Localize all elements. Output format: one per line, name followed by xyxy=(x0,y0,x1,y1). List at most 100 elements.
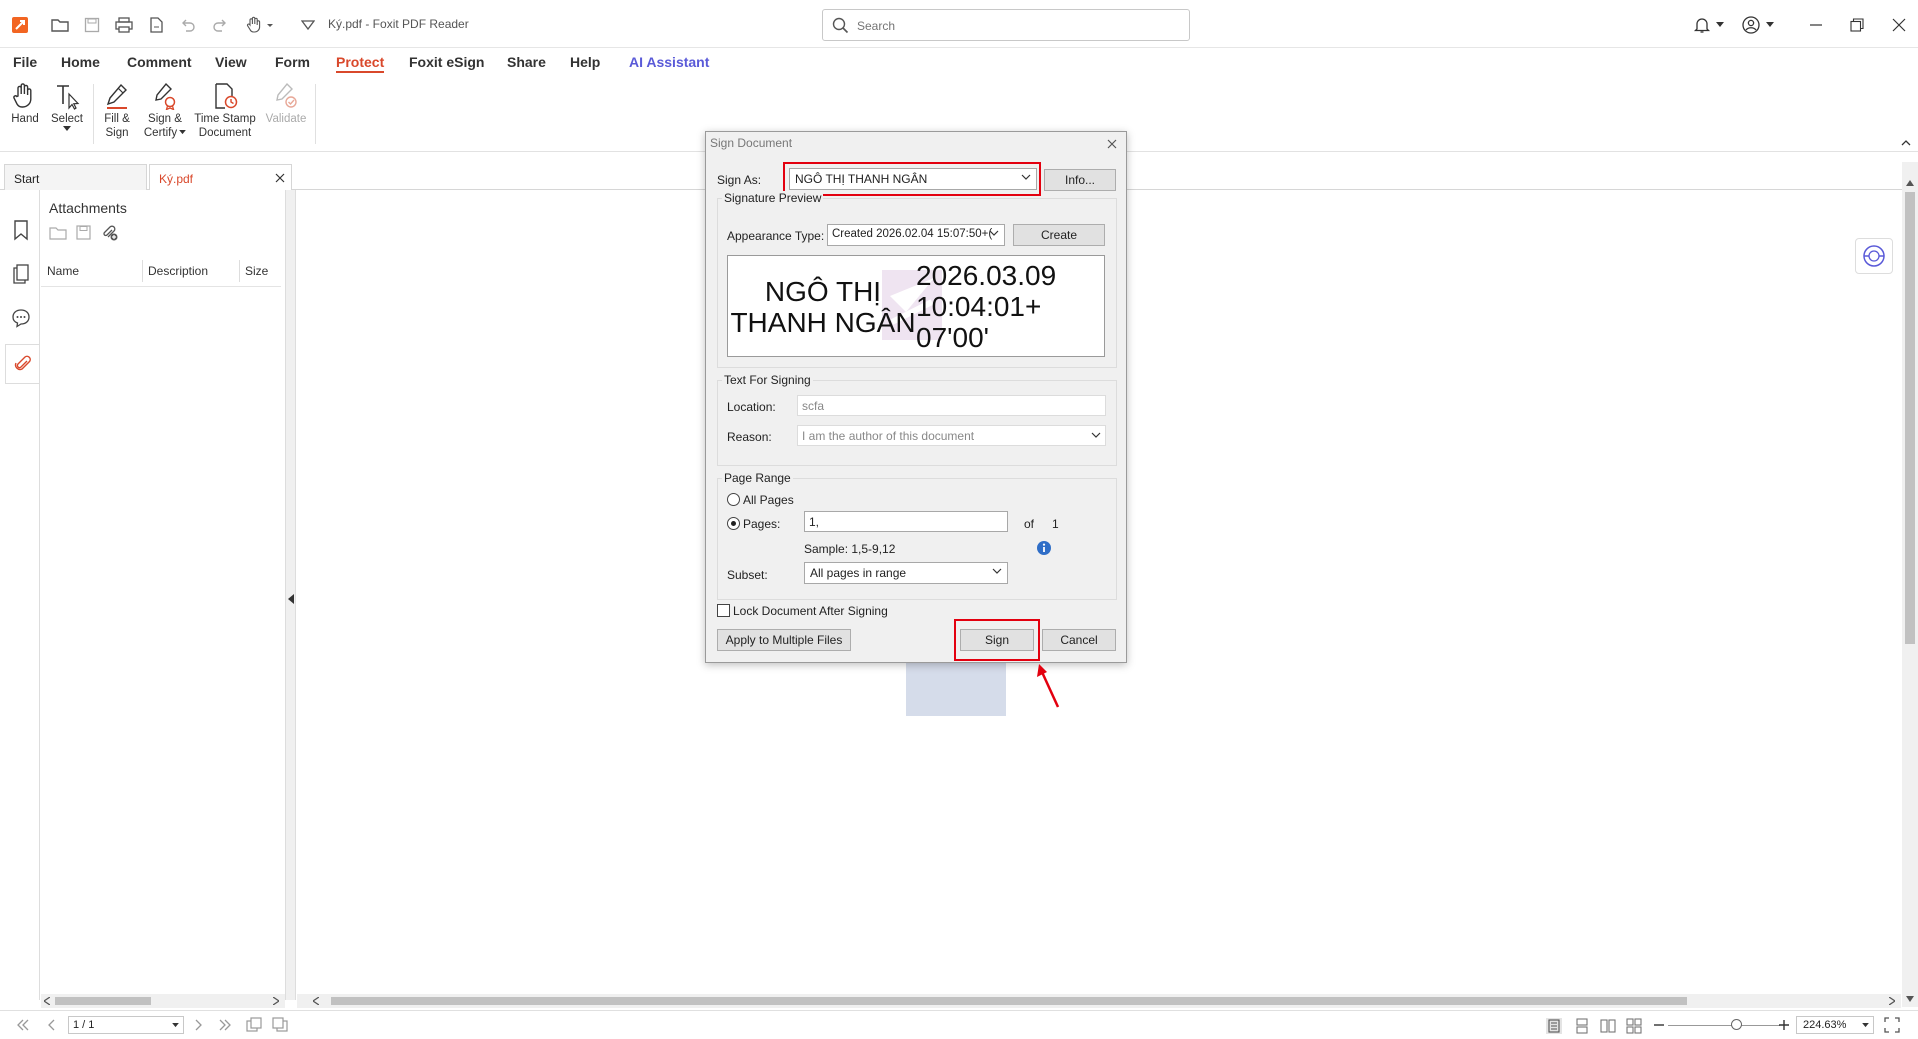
attachments-rail-icon[interactable] xyxy=(5,344,39,384)
navigation-rail xyxy=(0,190,40,1000)
scroll-right-icon[interactable] xyxy=(1889,997,1895,1005)
panel-scroll-left-icon[interactable] xyxy=(44,997,50,1005)
all-pages-radio[interactable] xyxy=(727,493,740,506)
location-input[interactable]: scfa xyxy=(797,395,1106,416)
vertical-scrollbar[interactable] xyxy=(1902,162,1918,1007)
fill-sign-button[interactable]: Fill & Sign xyxy=(100,80,134,140)
search-input[interactable] xyxy=(857,16,1177,36)
pages-icon[interactable] xyxy=(9,262,33,286)
menu-ai-assistant[interactable]: AI Assistant xyxy=(629,54,709,70)
scroll-down-icon[interactable] xyxy=(1906,996,1914,1002)
next-view-icon[interactable] xyxy=(272,1017,288,1033)
lock-document-checkbox[interactable] xyxy=(717,604,730,617)
ai-assistant-float-button[interactable] xyxy=(1855,238,1893,274)
hand-tool-button[interactable]: Hand xyxy=(8,80,42,126)
restore-icon[interactable] xyxy=(1844,12,1870,38)
bookmarks-icon[interactable] xyxy=(9,218,33,242)
validate-button[interactable]: Validate xyxy=(264,80,308,126)
select-dropdown-icon[interactable] xyxy=(63,126,71,132)
menu-form[interactable]: Form xyxy=(275,54,310,70)
dialog-close-button[interactable] xyxy=(1104,136,1120,152)
open-folder-icon[interactable] xyxy=(49,14,71,36)
panel-horizontal-scrollbar[interactable] xyxy=(41,994,285,1008)
apply-to-multiple-files-button[interactable]: Apply to Multiple Files xyxy=(717,629,851,651)
search-box[interactable] xyxy=(822,9,1190,41)
add-attachment-icon[interactable] xyxy=(101,224,119,242)
time-stamp-document-button[interactable]: Time Stamp Document xyxy=(193,80,257,140)
horizontal-scrollbar-thumb[interactable] xyxy=(331,997,1687,1005)
open-attachment-icon[interactable] xyxy=(49,224,67,242)
tab-document[interactable]: Ký.pdf xyxy=(149,164,292,191)
create-appearance-button[interactable]: Create xyxy=(1013,224,1105,246)
panel-scroll-right-icon[interactable] xyxy=(273,997,279,1005)
select-tool-button[interactable]: Select xyxy=(50,80,84,132)
hand-tool-dropdown-icon[interactable] xyxy=(243,14,277,36)
continuous-facing-view-icon[interactable] xyxy=(1626,1018,1642,1034)
zoom-out-icon[interactable] xyxy=(1654,1024,1664,1026)
cancel-button[interactable]: Cancel xyxy=(1042,629,1116,651)
menu-foxit-esign[interactable]: Foxit eSign xyxy=(409,54,484,70)
panel-splitter[interactable] xyxy=(285,190,296,1000)
collapse-panel-arrow-icon[interactable] xyxy=(288,594,294,604)
facing-view-icon[interactable] xyxy=(1600,1018,1616,1034)
panel-scrollbar-thumb[interactable] xyxy=(55,997,151,1005)
fullscreen-icon[interactable] xyxy=(1884,1017,1900,1033)
account-dropdown-icon[interactable] xyxy=(1762,12,1778,38)
appearance-type-select[interactable]: Created 2026.02.04 15:07:50+( xyxy=(827,224,1005,246)
app-title: Ký.pdf - Foxit PDF Reader xyxy=(328,17,469,31)
page-number-input[interactable]: 1 / 1 xyxy=(68,1016,184,1034)
page-dropdown-icon[interactable] xyxy=(172,1023,179,1028)
print-icon[interactable] xyxy=(113,14,135,36)
export-icon[interactable] xyxy=(145,14,167,36)
scroll-left-icon[interactable] xyxy=(313,997,319,1005)
menu-file[interactable]: File xyxy=(13,54,37,70)
notification-dropdown-icon[interactable] xyxy=(1712,12,1728,38)
comments-icon[interactable] xyxy=(9,306,33,330)
sign-certify-button[interactable]: Sign & Certify xyxy=(143,80,187,140)
info-button[interactable]: Info... xyxy=(1044,169,1116,191)
single-page-view-icon[interactable] xyxy=(1546,1018,1562,1034)
pages-radio[interactable] xyxy=(727,517,740,530)
zoom-level-input[interactable]: 224.63% xyxy=(1796,1016,1874,1034)
zoom-dropdown-icon[interactable] xyxy=(1862,1023,1869,1028)
horizontal-scrollbar[interactable] xyxy=(297,994,1901,1008)
last-page-icon[interactable] xyxy=(218,1019,232,1031)
continuous-view-icon[interactable] xyxy=(1574,1018,1590,1034)
save-icon[interactable] xyxy=(81,14,103,36)
undo-icon[interactable] xyxy=(177,14,199,36)
pages-input[interactable]: 1, xyxy=(804,511,1008,532)
zoom-in-icon[interactable] xyxy=(1779,1020,1789,1030)
column-header-description[interactable]: Description xyxy=(148,264,208,278)
info-icon[interactable] xyxy=(1036,540,1052,556)
foxit-logo-icon[interactable] xyxy=(9,14,31,36)
of-label: of xyxy=(1024,517,1035,531)
previous-page-icon[interactable] xyxy=(46,1019,56,1031)
first-page-icon[interactable] xyxy=(16,1019,30,1031)
redo-icon[interactable] xyxy=(209,14,231,36)
tab-start[interactable]: Start xyxy=(4,164,147,190)
next-page-icon[interactable] xyxy=(194,1019,204,1031)
menu-protect[interactable]: Protect xyxy=(336,54,385,73)
zoom-slider-handle[interactable] xyxy=(1731,1019,1742,1030)
scroll-up-icon[interactable] xyxy=(1906,180,1914,186)
vertical-scrollbar-thumb[interactable] xyxy=(1905,192,1915,644)
sign-certify-dropdown-icon[interactable] xyxy=(179,130,186,135)
collapse-ribbon-icon[interactable] xyxy=(1901,140,1911,146)
menu-home[interactable]: Home xyxy=(61,54,100,70)
close-tab-icon[interactable] xyxy=(275,173,285,183)
account-icon[interactable] xyxy=(1738,12,1764,38)
minimize-icon[interactable] xyxy=(1803,12,1829,38)
menu-view[interactable]: View xyxy=(215,54,247,70)
save-attachment-icon[interactable] xyxy=(75,224,93,242)
menu-share[interactable]: Share xyxy=(507,54,546,70)
column-header-size[interactable]: Size xyxy=(245,264,268,278)
close-window-icon[interactable] xyxy=(1886,12,1912,38)
menu-comment[interactable]: Comment xyxy=(127,54,192,70)
reason-select[interactable]: I am the author of this document xyxy=(797,425,1106,446)
zoom-slider-track[interactable] xyxy=(1668,1025,1780,1026)
subset-select[interactable]: All pages in range xyxy=(804,562,1008,584)
menu-help[interactable]: Help xyxy=(570,54,600,70)
column-header-name[interactable]: Name xyxy=(47,264,79,278)
customize-toolbar-icon[interactable] xyxy=(297,14,319,36)
previous-view-icon[interactable] xyxy=(246,1017,262,1033)
